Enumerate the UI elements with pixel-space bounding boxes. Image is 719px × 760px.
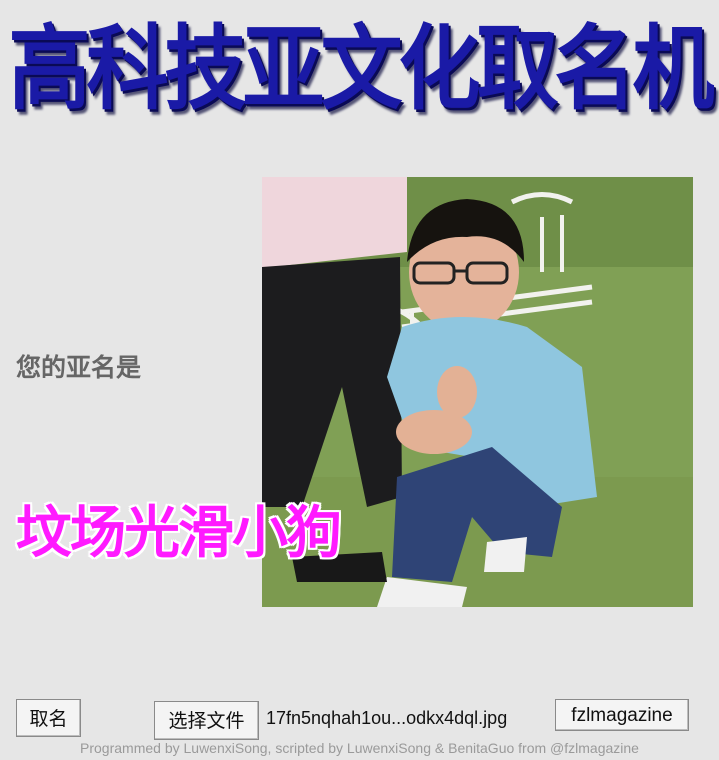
app-title: 高科技亚文化取名机 xyxy=(8,15,714,123)
footer-credits: Programmed by LuwenxiSong, scripted by L… xyxy=(80,740,639,756)
generated-name: 坟场光滑小狗 xyxy=(16,501,342,566)
generate-name-button[interactable]: 取名 xyxy=(16,699,81,737)
selected-file-name: 17fn5nqhah1ou...odkx4dql.jpg xyxy=(266,708,508,728)
choose-file-button[interactable]: 选择文件 xyxy=(154,701,259,740)
fzlmagazine-button[interactable]: fzlmagazine xyxy=(555,699,689,731)
result-label: 您的亚名是 xyxy=(16,353,142,382)
